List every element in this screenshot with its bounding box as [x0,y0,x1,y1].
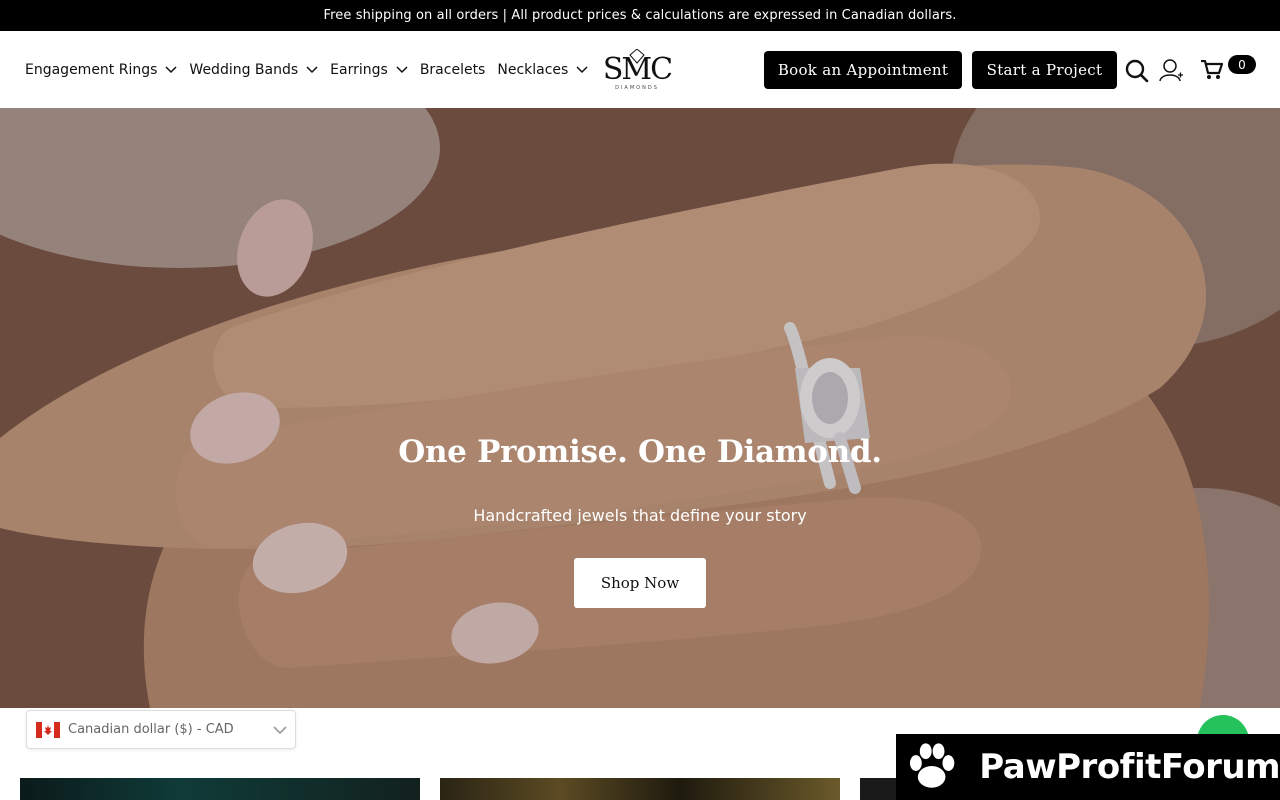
chevron-down-icon [165,65,177,73]
nav-bracelets[interactable]: Bracelets [420,62,486,78]
logo-mark: SMC [603,52,672,87]
chevron-down-icon [273,726,287,735]
smc-diamonds-logo[interactable]: SMC DIAMONDS [592,49,682,93]
nav-label: Earrings [330,61,388,78]
watermark-banner: PawProfitForum [896,734,1280,800]
nav-engagement-rings[interactable]: Engagement Rings [25,62,177,78]
nav-label: Necklaces [497,61,569,78]
hero-title: One Promise. One Diamond. [398,434,882,470]
watermark-text: PawProfitForum [979,747,1280,787]
chevron-down-icon [576,65,588,73]
search-icon[interactable] [1125,59,1149,83]
nav-label: Engagement Rings [25,61,158,78]
main-nav: Engagement Rings Wedding Bands Earrings … [25,31,600,108]
account-icon[interactable] [1159,58,1183,82]
chevron-down-icon [306,65,318,73]
book-appointment-button[interactable]: Book an Appointment [764,51,962,89]
logo-sub: DIAMONDS [615,85,659,91]
canada-flag-icon [36,721,60,738]
start-project-button[interactable]: Start a Project [972,51,1117,89]
nav-wedding-bands[interactable]: Wedding Bands [189,62,318,78]
nav-earrings[interactable]: Earrings [330,62,408,78]
nav-label: Bracelets [419,61,486,78]
shop-now-button[interactable]: Shop Now [574,558,706,608]
site-header: Engagement Rings Wedding Bands Earrings … [0,31,1280,108]
currency-value: Canadian dollar ($) - CAD [68,722,234,737]
hero-banner: One Promise. One Diamond. Handcrafted je… [0,108,1280,708]
announcement-text: Free shipping on all orders | All produc… [323,8,957,23]
cart-icon[interactable] [1201,60,1223,80]
chevron-down-icon [396,65,408,73]
cart-count-badge: 0 [1228,55,1256,74]
collection-thumbnail[interactable] [20,778,420,800]
announcement-bar: Free shipping on all orders | All produc… [0,0,1280,31]
currency-selector[interactable]: Canadian dollar ($) - CAD [26,710,296,749]
nav-label: Wedding Bands [189,61,299,78]
hero-subtitle: Handcrafted jewels that define your stor… [473,506,807,525]
nav-necklaces[interactable]: Necklaces [497,62,588,78]
collection-thumbnail[interactable] [440,778,840,800]
paw-icon [909,743,955,788]
hero-overlay [0,108,1280,708]
